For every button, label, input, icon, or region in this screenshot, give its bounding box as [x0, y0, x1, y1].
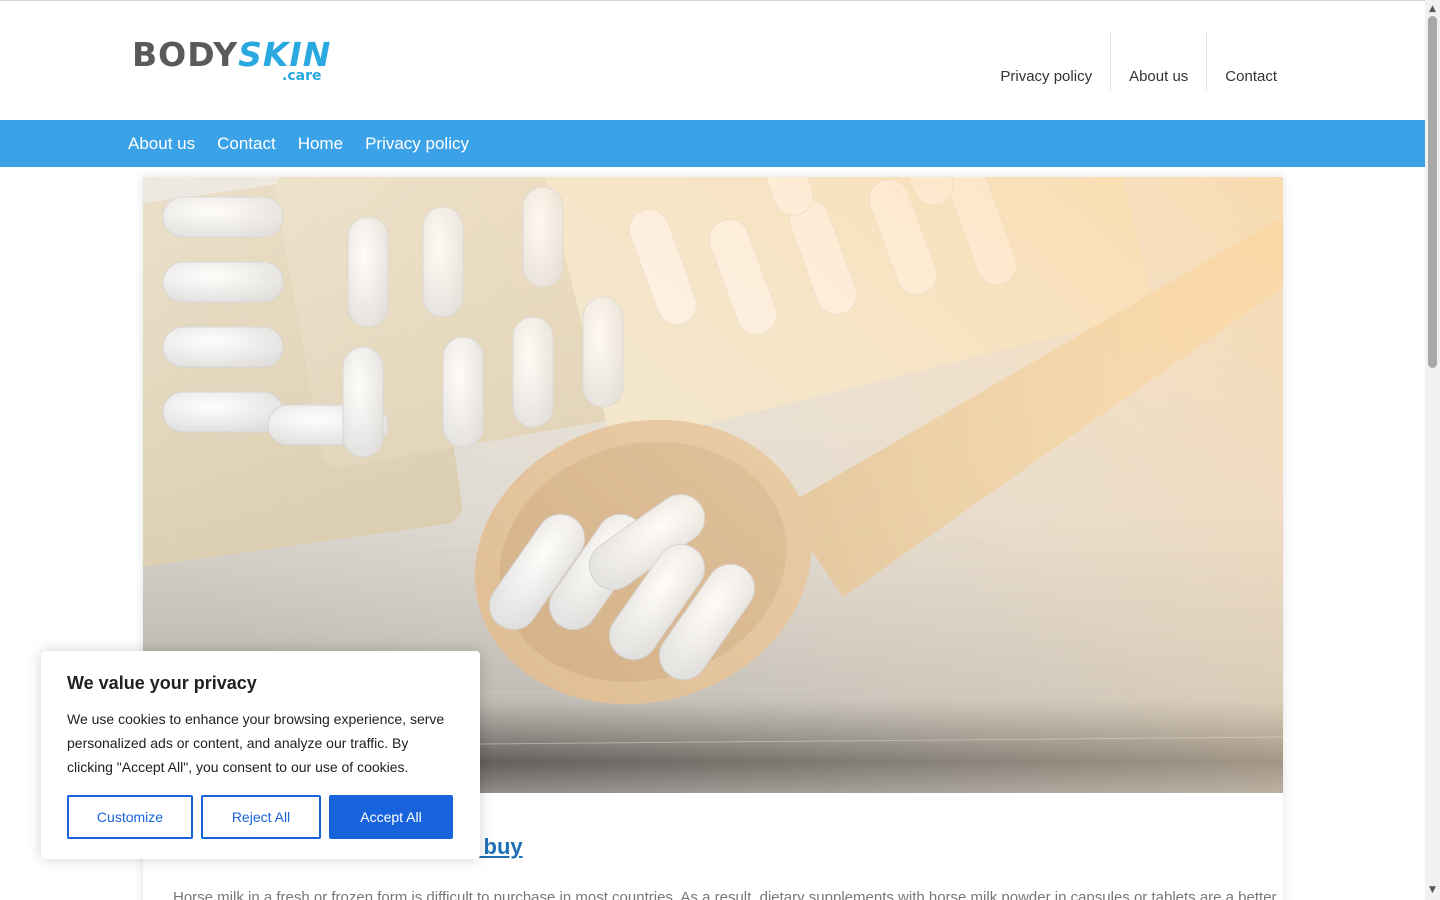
cookie-consent-banner: We value your privacy We use cookies to …	[41, 651, 480, 859]
site-header: BODYSKIN .care Privacy policy About us C…	[0, 1, 1425, 120]
menu-item-privacy-policy[interactable]: Privacy policy	[365, 134, 469, 154]
cookie-banner-text: We use cookies to enhance your browsing …	[67, 711, 445, 775]
chevron-down-icon[interactable]: ▼	[1425, 883, 1440, 898]
menu-item-about-us[interactable]: About us	[128, 134, 195, 154]
site-logo[interactable]: BODYSKIN .care	[132, 31, 330, 87]
chevron-up-icon[interactable]: ▲	[1425, 2, 1440, 17]
page-scrollbar[interactable]: ▲ ▼	[1425, 0, 1440, 900]
top-nav-about-us[interactable]: About us	[1110, 31, 1206, 91]
scrollbar-thumb[interactable]	[1428, 16, 1437, 368]
logo-suffix: .care	[282, 68, 322, 84]
customize-button[interactable]: Customize	[67, 795, 193, 839]
article-excerpt: Horse milk in a fresh or frozen form is …	[173, 889, 1277, 900]
reject-all-button[interactable]: Reject All	[201, 795, 321, 839]
accept-all-button[interactable]: Accept All	[329, 795, 453, 839]
top-nav-contact[interactable]: Contact	[1206, 31, 1295, 91]
cookie-banner-title: We value your privacy	[67, 673, 257, 693]
logo-text-body: BODY	[132, 35, 239, 74]
menu-item-home[interactable]: Home	[298, 134, 343, 154]
top-navigation: Privacy policy About us Contact	[982, 31, 1295, 91]
main-menu-bar: About us Contact Home Privacy policy	[0, 120, 1425, 167]
top-nav-privacy-policy[interactable]: Privacy policy	[982, 31, 1110, 91]
menu-item-contact[interactable]: Contact	[217, 134, 276, 154]
